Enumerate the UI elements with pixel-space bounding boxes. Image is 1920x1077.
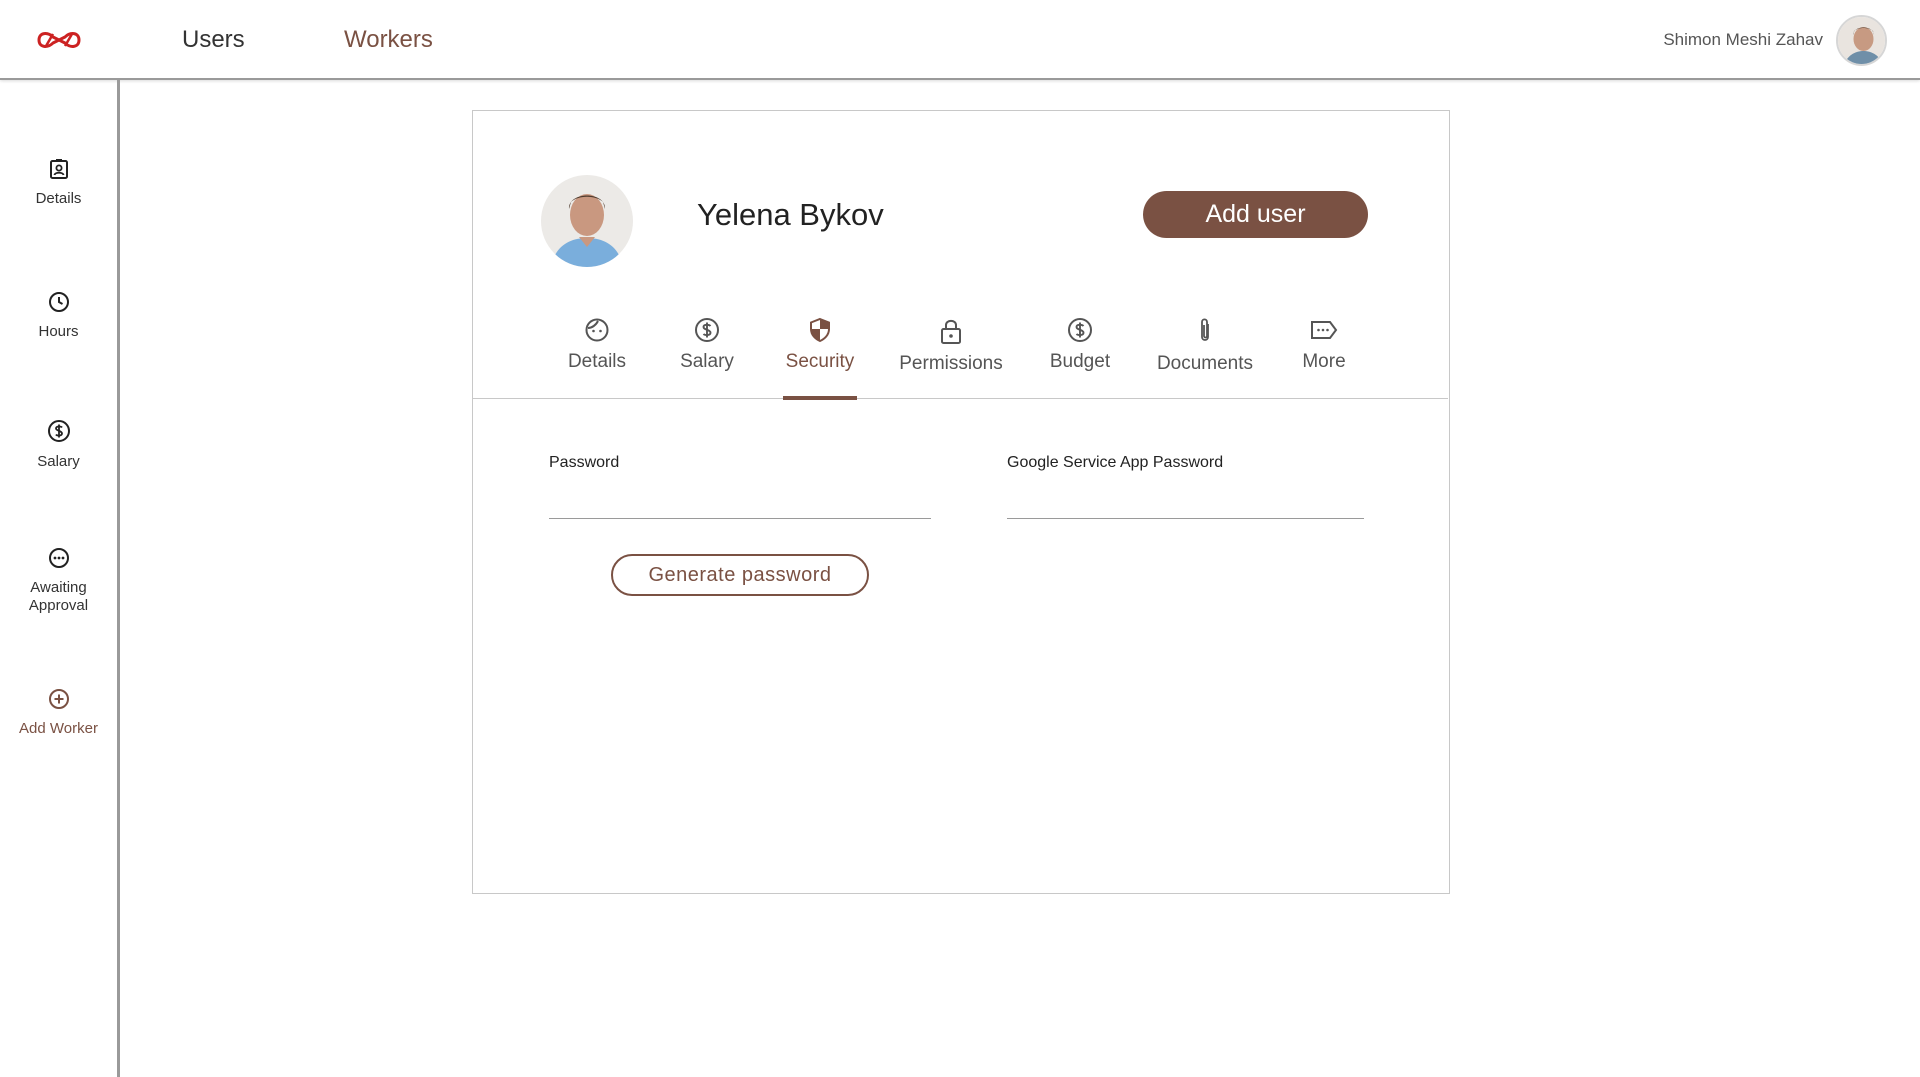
add-user-button[interactable]: Add user [1143, 191, 1368, 238]
user-avatar[interactable] [1836, 15, 1887, 66]
dollar-circle-icon [47, 420, 70, 442]
tab-label: Permissions [899, 353, 1003, 374]
sidebar-item-awaiting-approval[interactable]: Awaiting Approval [0, 547, 117, 615]
more-circle-icon [48, 548, 69, 568]
tab-budget[interactable]: Budget [1041, 301, 1119, 399]
tab-label: Salary [680, 351, 734, 372]
tab-label: Details [567, 351, 627, 372]
profile-avatar [541, 175, 633, 267]
tab-label: Documents [1156, 353, 1254, 374]
infinity-logo-icon[interactable] [34, 28, 84, 52]
paperclip-icon [1201, 318, 1209, 341]
tag-more-icon [1311, 321, 1338, 339]
id-badge-icon [49, 159, 68, 179]
sidebar-item-label: Hours [38, 323, 79, 340]
sidebar-item-label: Add Worker [19, 720, 98, 737]
profile-name: Yelena Bykov [697, 197, 884, 232]
lock-icon [941, 319, 961, 344]
current-user-name: Shimon Meshi Zahav [1663, 30, 1823, 49]
google-service-password-label: Google Service App Password [1007, 454, 1224, 471]
top-bar: Users Workers Shimon Meshi Zahav [0, 0, 1920, 80]
tab-label: Security [785, 351, 855, 372]
tab-label: More [1302, 351, 1346, 372]
tab-salary[interactable]: Salary [665, 301, 749, 399]
worker-card: Yelena Bykov Add user Details Salary Sec… [472, 110, 1450, 894]
dollar-circle-icon [1068, 318, 1092, 342]
sidebar-item-add-worker[interactable]: Add Worker [0, 688, 117, 738]
face-icon [585, 318, 609, 342]
tab-more[interactable]: More [1291, 301, 1357, 399]
sidebar-item-label: Salary [37, 453, 80, 470]
dollar-circle-icon [695, 318, 719, 342]
tab-label: Budget [1049, 351, 1111, 372]
nav-users[interactable]: Users [182, 26, 245, 54]
tab-permissions[interactable]: Permissions [893, 301, 1009, 399]
sidebar: Details Hours Salary Awaiting Approval A… [0, 80, 120, 1077]
sidebar-item-label: Details [35, 190, 82, 207]
sidebar-item-details[interactable]: Details [0, 158, 117, 208]
plus-circle-icon [48, 689, 69, 709]
tab-security[interactable]: Security [783, 301, 857, 400]
password-label: Password [549, 454, 620, 471]
sidebar-item-hours[interactable]: Hours [0, 291, 117, 341]
sidebar-item-salary[interactable]: Salary [0, 419, 117, 471]
tab-documents[interactable]: Documents [1149, 301, 1261, 399]
nav-workers[interactable]: Workers [344, 26, 433, 54]
tab-details[interactable]: Details [555, 301, 639, 399]
shield-icon [810, 317, 830, 343]
password-field[interactable] [549, 481, 931, 519]
clock-icon [48, 292, 69, 312]
tab-bar: Details Salary Security Permissions Budg… [473, 301, 1448, 400]
google-service-password-field[interactable] [1007, 481, 1364, 519]
generate-password-button[interactable]: Generate password [611, 554, 869, 596]
sidebar-item-label: Awaiting Approval [28, 579, 89, 614]
